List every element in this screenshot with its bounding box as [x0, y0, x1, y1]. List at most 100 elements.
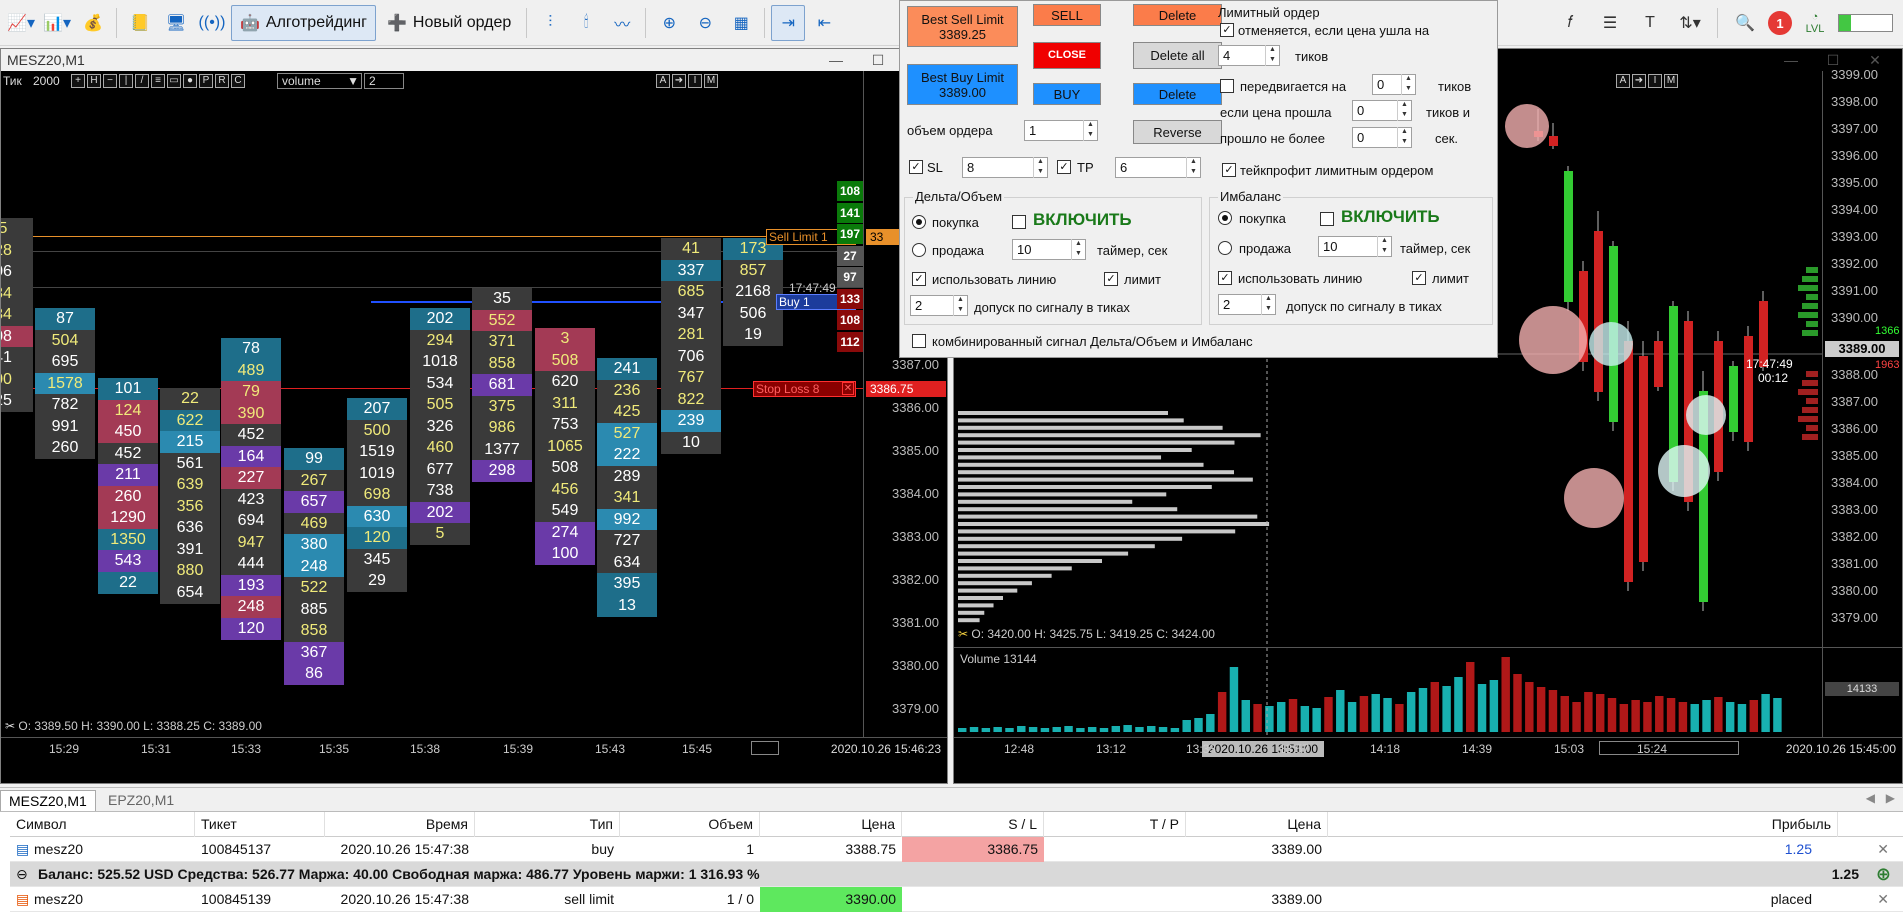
i-icon[interactable]: I	[688, 74, 702, 88]
sell-button[interactable]: SELL	[1033, 4, 1101, 26]
a-icon[interactable]: A	[656, 74, 670, 88]
minimize-button[interactable]: —	[821, 49, 851, 71]
cancel-if-checkbox[interactable]: ✓	[1220, 23, 1234, 37]
arrows-icon[interactable]: ⇅▾	[1673, 5, 1707, 41]
spinner-icon[interactable]: ▲ ▼	[1033, 157, 1047, 178]
text-icon[interactable]: T	[1633, 5, 1667, 41]
delta-use-line-checkbox[interactable]: ✓	[912, 272, 926, 286]
tabs-scroll-left-icon[interactable]: ◀	[1866, 791, 1875, 805]
zoom-in-icon[interactable]: ⊕	[652, 5, 686, 41]
chart-profiles-icon[interactable]: 📊▾	[40, 5, 74, 41]
candlestick-icon[interactable]: 🕯	[569, 5, 603, 41]
delta-enable-checkbox[interactable]	[1012, 215, 1026, 229]
passed-input[interactable]: 0 ▲ ▼	[1352, 100, 1412, 121]
delta-limit-checkbox[interactable]: ✓	[1104, 272, 1118, 286]
indicators-icon[interactable]: 𝑓	[1553, 5, 1587, 41]
r-icon[interactable]: R	[215, 74, 229, 88]
spinner-icon[interactable]: ▲ ▼	[1083, 120, 1097, 141]
signals-icon[interactable]: ((•))	[195, 5, 229, 41]
remove-sl-icon[interactable]: ✕	[1044, 837, 1064, 862]
close-icon[interactable]: ✕	[1871, 837, 1895, 862]
column-header[interactable]: S / L	[902, 812, 1044, 837]
imbalance-buy-radio[interactable]	[1218, 211, 1232, 225]
tabs-scroll-right-icon[interactable]: ▶	[1886, 791, 1895, 805]
lvl-icon[interactable]: ◔ LVL	[1798, 5, 1832, 41]
a-icon[interactable]: A	[1616, 74, 1630, 88]
column-header[interactable]: Время	[325, 812, 475, 837]
indicator-param-input[interactable]: 2	[364, 73, 404, 89]
imbalance-enable-checkbox[interactable]	[1320, 212, 1334, 226]
delta-timer-input[interactable]: 10 ▲ ▼	[1012, 239, 1086, 260]
i-icon[interactable]: I	[1648, 74, 1662, 88]
tp-limit-checkbox[interactable]: ✓	[1222, 163, 1236, 177]
line-chart-icon[interactable]: 〰	[605, 5, 639, 41]
right-price-scale[interactable]: 3389.00 1366 1963 3399.00 3398.00 3397.00 3…	[1822, 67, 1902, 647]
combined-signal-checkbox[interactable]	[912, 334, 926, 348]
table-row[interactable]: ▤ mesz20 100845139 2020.10.26 15:47:38 sell …	[10, 887, 1903, 912]
column-header[interactable]: Цена	[760, 812, 902, 837]
rect-icon[interactable]: ▭	[167, 74, 181, 88]
column-header[interactable]: T / P	[1044, 812, 1186, 837]
list-icon[interactable]: ☰	[1593, 5, 1627, 41]
delete-buy-button[interactable]: Delete	[1133, 83, 1222, 105]
table-row[interactable]: ▤ mesz20 100845137 2020.10.26 15:47:38 buy 1 3…	[10, 837, 1903, 862]
tp-checkbox[interactable]: ✓	[1057, 160, 1071, 174]
close-button[interactable]: CLOSE	[1033, 42, 1101, 69]
line-icon[interactable]: |	[119, 74, 133, 88]
zoom-out-icon[interactable]: ⊖	[688, 5, 722, 41]
navigator-icon[interactable]: 📒	[123, 5, 157, 41]
imbalance-timer-input[interactable]: 10 ▲ ▼	[1318, 236, 1392, 257]
m-icon[interactable]: M	[1664, 74, 1678, 88]
sl-input[interactable]: 8 ▲ ▼	[962, 157, 1048, 178]
imbalance-limit-checkbox[interactable]: ✓	[1412, 271, 1426, 285]
indicator-select[interactable]: volume ▼	[277, 73, 362, 89]
tp-input[interactable]: 6 ▲ ▼	[1115, 157, 1201, 178]
moves-input[interactable]: 0 ▲ ▼	[1372, 74, 1416, 95]
algotrading-button[interactable]: 🤖 Алготрейдинг	[231, 4, 376, 41]
search-icon[interactable]: 🔍	[1728, 5, 1762, 41]
delta-buy-radio[interactable]	[912, 215, 926, 229]
arrow-icon[interactable]: ➜	[1632, 74, 1646, 88]
reverse-button[interactable]: Reverse	[1133, 120, 1222, 144]
order-volume-input[interactable]: 1 ▲ ▼	[1024, 120, 1098, 141]
seconds-input[interactable]: 0 ▲ ▼	[1352, 127, 1412, 148]
autoscroll-icon[interactable]: ⇥	[771, 4, 806, 41]
footprint-plot[interactable]: Тик 2000 +H−|/≡▭●PRC volume▼ 2 A➜IM 5280…	[1, 71, 863, 737]
delta-tolerance-input[interactable]: 2 ▲ ▼	[910, 295, 968, 316]
plus-icon[interactable]: +	[71, 74, 85, 88]
circle-icon[interactable]: ●	[183, 74, 197, 88]
scroll-indicator[interactable]	[751, 741, 779, 755]
stop-loss-label[interactable]: Stop Loss 8 ✕	[753, 381, 856, 397]
spinner-icon[interactable]: ▲ ▼	[1261, 294, 1275, 315]
add-icon[interactable]: ⊕	[1870, 862, 1897, 887]
imbalance-use-line-checkbox[interactable]: ✓	[1218, 271, 1232, 285]
tile-windows-icon[interactable]: ▦	[724, 5, 758, 41]
column-header[interactable]: Символ	[10, 812, 195, 837]
column-header[interactable]: Тип	[475, 812, 620, 837]
imbalance-sell-radio[interactable]	[1218, 241, 1232, 255]
column-header[interactable]: Цена	[1186, 812, 1328, 837]
close-icon[interactable]: ✕	[1871, 887, 1895, 912]
c-icon[interactable]: C	[231, 74, 245, 88]
column-header[interactable]: Тикет	[195, 812, 325, 837]
delta-sell-radio[interactable]	[912, 243, 926, 257]
new-order-button[interactable]: ➕ Новый ордер	[378, 5, 520, 41]
p-icon[interactable]: P	[199, 74, 213, 88]
spinner-icon[interactable]: ▲ ▼	[1186, 157, 1200, 178]
new-chart-icon[interactable]: 📈▾	[4, 5, 38, 41]
moves-checkbox[interactable]	[1220, 79, 1234, 93]
delete-sell-button[interactable]: Delete	[1133, 4, 1222, 26]
spinner-icon[interactable]: ▲ ▼	[1071, 239, 1085, 260]
h-icon[interactable]: H	[87, 74, 101, 88]
market-watch-icon[interactable]: 💰	[76, 5, 110, 41]
cancel-ticks-input[interactable]: 4 ▲ ▼	[1218, 45, 1280, 66]
best-sell-limit-button[interactable]: Best Sell Limit 3389.25	[907, 6, 1018, 47]
chart-shift-icon[interactable]: ⇤	[807, 5, 841, 41]
arrow-icon[interactable]: ➜	[672, 74, 686, 88]
scroll-indicator[interactable]	[1599, 741, 1739, 755]
bar-chart-icon[interactable]: ⫶	[533, 5, 567, 41]
close-icon[interactable]: ✕	[842, 382, 854, 395]
m-icon[interactable]: M	[704, 74, 718, 88]
slash-icon[interactable]: /	[135, 74, 149, 88]
alert-count-badge[interactable]: 1	[1768, 11, 1792, 35]
